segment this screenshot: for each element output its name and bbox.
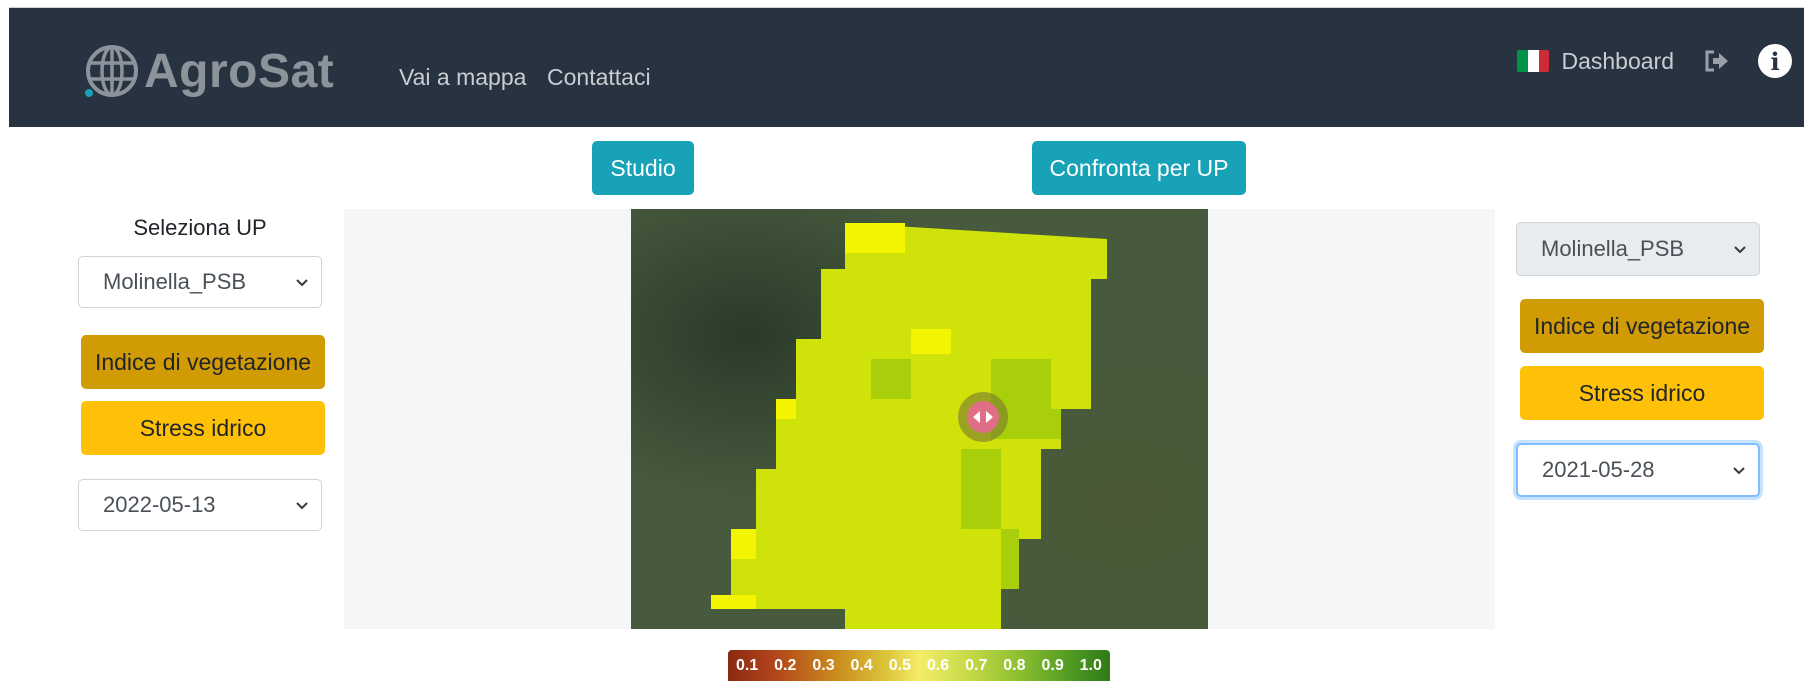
legend-value: 1.0 [1079,656,1102,674]
chevron-down-icon [296,502,308,510]
right-up-select[interactable]: Molinella_PSB [1516,222,1760,276]
chevron-down-icon [1733,467,1745,475]
chevron-down-icon [296,279,308,287]
color-scale-legend: 0.1 0.2 0.3 0.4 0.5 0.6 0.7 0.8 0.9 1.0 [728,650,1110,681]
select-up-label: Seleziona UP [133,215,267,240]
italian-flag-icon[interactable] [1517,50,1550,72]
right-date-select-value: 2021-05-28 [1542,457,1655,482]
compare-slider-handle[interactable] [958,392,1008,442]
left-right-arrows-icon [967,401,999,433]
left-vegetation-index-button[interactable]: Indice di vegetazione [81,335,325,389]
flag-stripe-red [1538,50,1550,72]
left-water-stress-button[interactable]: Stress idrico [81,401,325,455]
nav-link-map[interactable]: Vai a mappa [399,64,526,91]
legend-value: 0.1 [735,656,759,674]
legend-value: 0.2 [774,656,797,674]
navbar: AgroSat Vai a mappa Contattaci Dashboard… [9,7,1804,127]
left-date-select-value: 2022-05-13 [103,492,216,517]
study-button[interactable]: Studio [592,141,694,195]
legend-value: 0.4 [850,656,873,674]
legend-value: 0.8 [1003,656,1026,674]
right-date-select[interactable]: 2021-05-28 [1516,443,1760,497]
flag-stripe-green [1517,50,1529,72]
sign-out-icon[interactable] [1704,50,1730,72]
flag-stripe-white [1528,50,1539,72]
right-water-stress-button[interactable]: Stress idrico [1520,366,1764,420]
satellite-field-image [631,209,1208,629]
field-comparison-map[interactable] [631,209,1208,629]
chevron-down-icon [1734,246,1746,254]
globe-icon [85,45,138,97]
left-date-select[interactable]: 2022-05-13 [78,479,322,531]
legend-value: 0.7 [965,656,988,674]
nav-link-dashboard[interactable]: Dashboard [1561,48,1674,75]
legend-value: 0.6 [926,656,950,674]
compare-up-button[interactable]: Confronta per UP [1032,141,1246,195]
left-up-select[interactable]: Molinella_PSB [78,256,322,308]
app-logo[interactable]: AgroSat [84,43,334,99]
right-up-select-value: Molinella_PSB [1541,236,1685,261]
legend-value: 0.5 [888,656,911,674]
nav-right-group: Dashboard i [1517,44,1792,78]
nav-link-contact[interactable]: Contattaci [547,64,651,91]
app-name: AgroSat [144,44,335,98]
info-circle-icon[interactable]: i [1758,44,1792,78]
legend-value: 0.9 [1041,656,1064,674]
left-up-select-value: Molinella_PSB [103,269,247,294]
legend-value: 0.3 [812,656,835,674]
right-vegetation-index-button[interactable]: Indice di vegetazione [1520,299,1764,353]
